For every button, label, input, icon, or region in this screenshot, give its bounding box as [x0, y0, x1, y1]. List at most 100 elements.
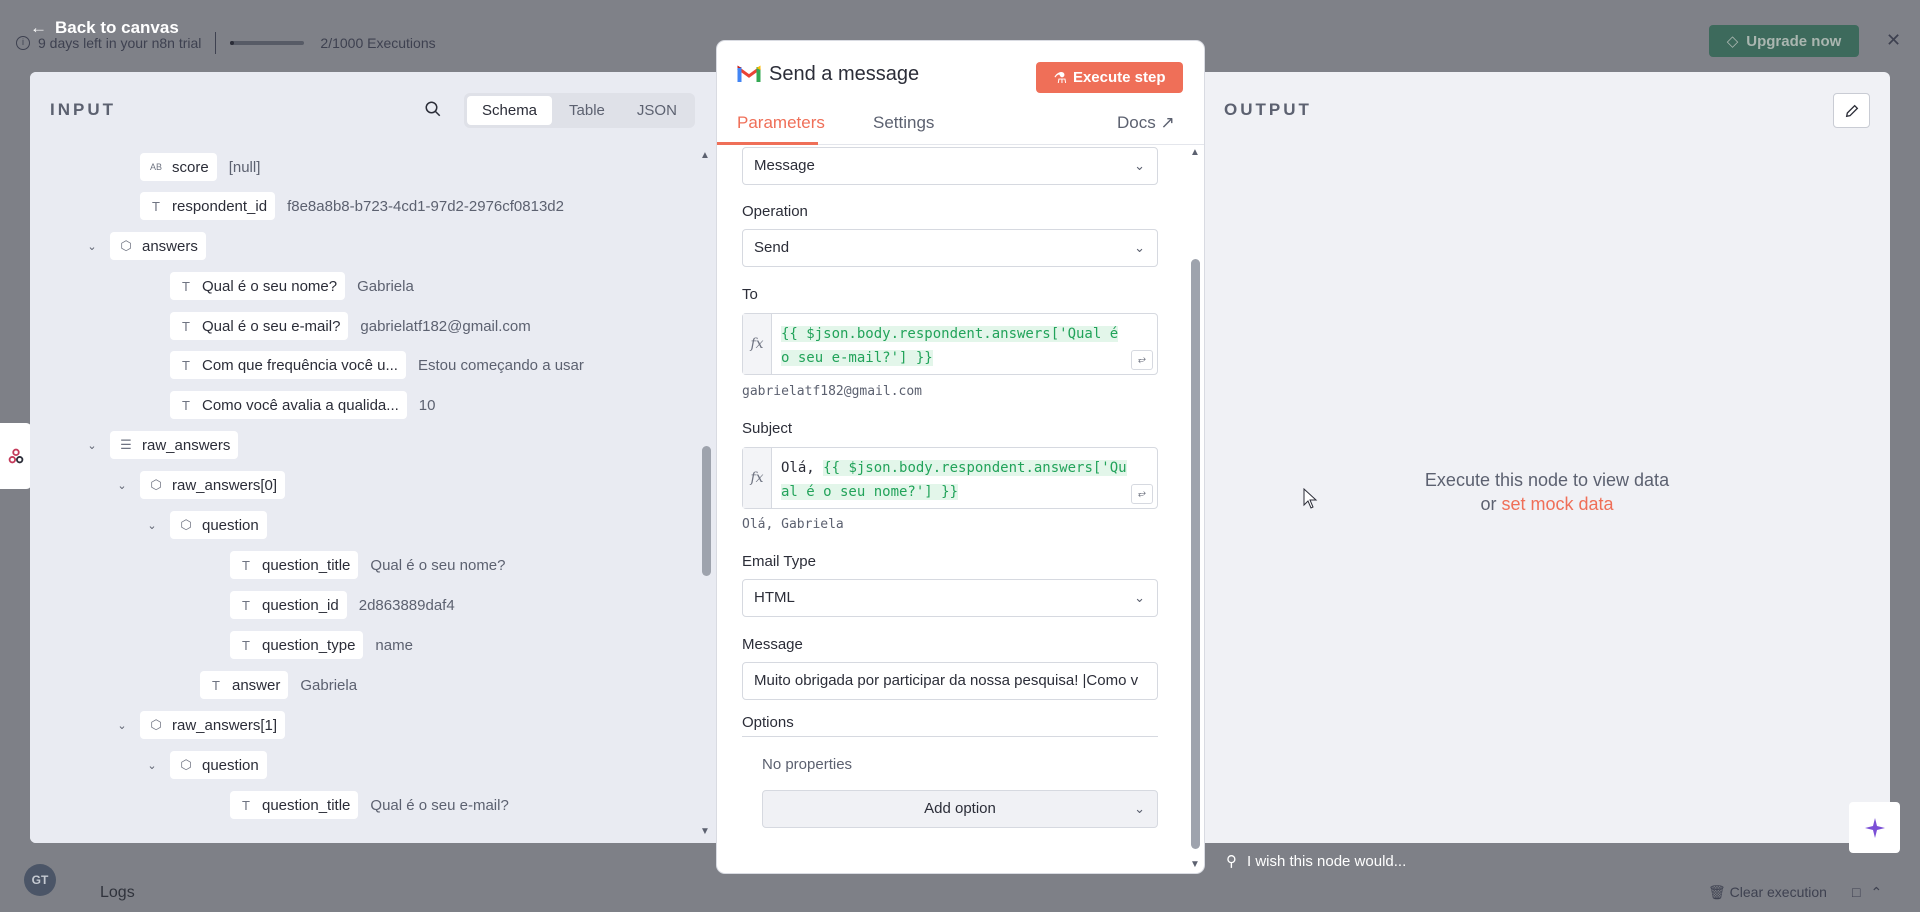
- schema-field[interactable]: T Qual é o seu e-mail?: [170, 312, 349, 340]
- schema-field[interactable]: T Como você avalia a qualida...: [170, 391, 407, 419]
- chevron-down-icon[interactable]: ⌄: [84, 240, 100, 253]
- execute-step-label: Execute step: [1072, 69, 1166, 86]
- to-preview: gabrielatf182@gmail.com: [742, 384, 923, 399]
- field-value: Qual é o seu nome?: [370, 556, 506, 574]
- operation-select[interactable]: Send ⌄: [742, 229, 1158, 267]
- logs-label[interactable]: Logs: [100, 884, 135, 902]
- tab-schema[interactable]: Schema: [467, 96, 553, 125]
- clear-execution-button[interactable]: 🗑 Clear execution: [1708, 884, 1827, 901]
- expand-editor-icon[interactable]: ⥂: [1131, 484, 1153, 504]
- input-title: INPUT: [50, 100, 116, 119]
- close-icon[interactable]: ✕: [1886, 30, 1901, 51]
- webhook-node-tab[interactable]: [0, 423, 32, 489]
- feedback-link[interactable]: ⚲ I wish this node would...: [1226, 852, 1406, 871]
- message-input[interactable]: Muito obrigada por participar da nossa p…: [742, 662, 1158, 700]
- expand-editor-icon[interactable]: ⥂: [1131, 350, 1153, 370]
- subject-expression-field[interactable]: fx Olá, {{ $json.body.respondent.answers…: [742, 447, 1158, 509]
- schema-field[interactable]: ⬡ question: [170, 751, 267, 779]
- list-icon: ☰: [120, 437, 132, 452]
- text-type-icon: T: [152, 198, 160, 214]
- chevron-down-icon[interactable]: ⌄: [144, 759, 160, 772]
- schema-field[interactable]: Tquestion_title: [230, 551, 359, 579]
- schema-field[interactable]: ☰ raw_answers: [110, 431, 239, 459]
- executions-progress-bar: [230, 41, 305, 45]
- info-icon: i: [16, 36, 30, 50]
- to-label: To: [742, 286, 758, 303]
- tab-settings[interactable]: Settings: [873, 113, 934, 133]
- scrollbar-thumb[interactable]: [702, 446, 711, 576]
- text-type-icon: T: [242, 637, 250, 653]
- schema-field[interactable]: Tquestion_title: [230, 791, 359, 819]
- tree-row: ⌄ ⬡ answers: [84, 226, 206, 266]
- back-to-canvas-link[interactable]: ← Back to canvas: [30, 18, 179, 38]
- schema-field[interactable]: T Qual é o seu nome?: [170, 272, 346, 300]
- chevron-down-icon[interactable]: ⌄: [114, 479, 130, 492]
- executions-count: 2/1000 Executions: [320, 35, 436, 51]
- docs-link[interactable]: Docs ↗: [1117, 113, 1175, 133]
- output-message-or: or: [1480, 494, 1502, 514]
- upgrade-button[interactable]: ◇ Upgrade now: [1709, 25, 1859, 57]
- schema-field[interactable]: Tquestion_type: [230, 631, 364, 659]
- field-value: [null]: [228, 158, 261, 176]
- avatar[interactable]: GT: [24, 864, 56, 896]
- node-title[interactable]: Send a message: [769, 63, 919, 86]
- field-key: raw_answers: [142, 436, 231, 454]
- schema-field[interactable]: T Com que frequência você u...: [170, 351, 406, 379]
- ai-assistant-button[interactable]: [1849, 802, 1900, 853]
- docs-label: Docs: [1117, 113, 1156, 132]
- field-value: gabrielatf182@gmail.com: [360, 317, 531, 335]
- output-empty-message: Execute this node to view data or set mo…: [1380, 468, 1714, 516]
- fx-icon: fx: [743, 314, 772, 374]
- resource-value: Message: [754, 157, 815, 174]
- add-option-button[interactable]: Add option ⌄: [762, 790, 1158, 828]
- parameter-tabs: Parameters Settings Docs ↗: [717, 109, 1204, 145]
- chevron-down-icon: ⌄: [1134, 240, 1145, 255]
- tree-row: ⌄ ⬡ raw_answers[1]: [114, 705, 286, 745]
- mouse-cursor-icon: [1303, 487, 1319, 515]
- resource-select[interactable]: Message ⌄: [742, 147, 1158, 185]
- field-value: f8e8a8b8-b723-4cd1-97d2-2976cf0813d2: [287, 197, 564, 215]
- chevron-down-icon[interactable]: ⌄: [84, 439, 100, 452]
- tab-parameters[interactable]: Parameters: [737, 113, 825, 133]
- search-icon[interactable]: [424, 100, 442, 123]
- schema-field[interactable]: Tquestion_id: [230, 591, 347, 619]
- field-key: question_type: [262, 636, 356, 654]
- tree-row: ⌄ ⬡ raw_answers[0]: [114, 465, 286, 505]
- scroll-up-icon[interactable]: ▲: [1190, 147, 1200, 158]
- logs-controls[interactable]: □⌃: [1852, 884, 1892, 901]
- scroll-down-icon[interactable]: ▼: [700, 826, 710, 837]
- chevron-down-icon[interactable]: ⌄: [114, 719, 130, 732]
- to-expression: {{ $json.body.respondent.answers['Qual é…: [781, 326, 1119, 366]
- schema-field[interactable]: ⬡ question: [170, 511, 267, 539]
- schema-field[interactable]: ⬡ raw_answers[1]: [140, 711, 286, 739]
- tree-row: T Como você avalia a qualida... 10: [170, 385, 435, 425]
- tree-row: AB score [null]: [140, 152, 260, 187]
- tab-table[interactable]: Table: [554, 96, 620, 125]
- field-key: question_title: [262, 556, 351, 574]
- tab-json[interactable]: JSON: [622, 96, 692, 125]
- field-key: raw_answers[1]: [172, 716, 278, 734]
- input-scrollbar[interactable]: ▲ ▼: [696, 150, 716, 840]
- schema-field[interactable]: ⬡ raw_answers[0]: [140, 471, 286, 499]
- text-type-icon: T: [182, 278, 190, 294]
- scroll-down-icon[interactable]: ▼: [1190, 859, 1200, 870]
- divider: [742, 736, 1158, 737]
- scroll-up-icon[interactable]: ▲: [700, 150, 710, 161]
- schema-field[interactable]: ⬡ answers: [110, 232, 206, 260]
- set-mock-data-link[interactable]: set mock data: [1501, 494, 1613, 514]
- email-type-select[interactable]: HTML ⌄: [742, 579, 1158, 617]
- field-key: answer: [232, 676, 281, 694]
- execute-step-button[interactable]: ⚗ Execute step: [1036, 62, 1183, 93]
- to-expression-field[interactable]: fx {{ $json.body.respondent.answers['Qua…: [742, 313, 1158, 375]
- external-link-icon: ↗: [1160, 113, 1175, 132]
- schema-field[interactable]: Trespondent_id: [140, 192, 276, 220]
- executions-progress-fill: [230, 41, 235, 45]
- field-value: Gabriela: [300, 676, 358, 694]
- chevron-down-icon[interactable]: ⌄: [144, 519, 160, 532]
- parameters-scrollbar[interactable]: ▲ ▼: [1187, 147, 1204, 873]
- scrollbar-thumb[interactable]: [1191, 259, 1200, 849]
- subject-label: Subject: [742, 420, 793, 437]
- schema-field[interactable]: AB score: [140, 153, 217, 181]
- schema-field[interactable]: Tanswer: [200, 671, 289, 699]
- edit-output-button[interactable]: [1833, 93, 1870, 128]
